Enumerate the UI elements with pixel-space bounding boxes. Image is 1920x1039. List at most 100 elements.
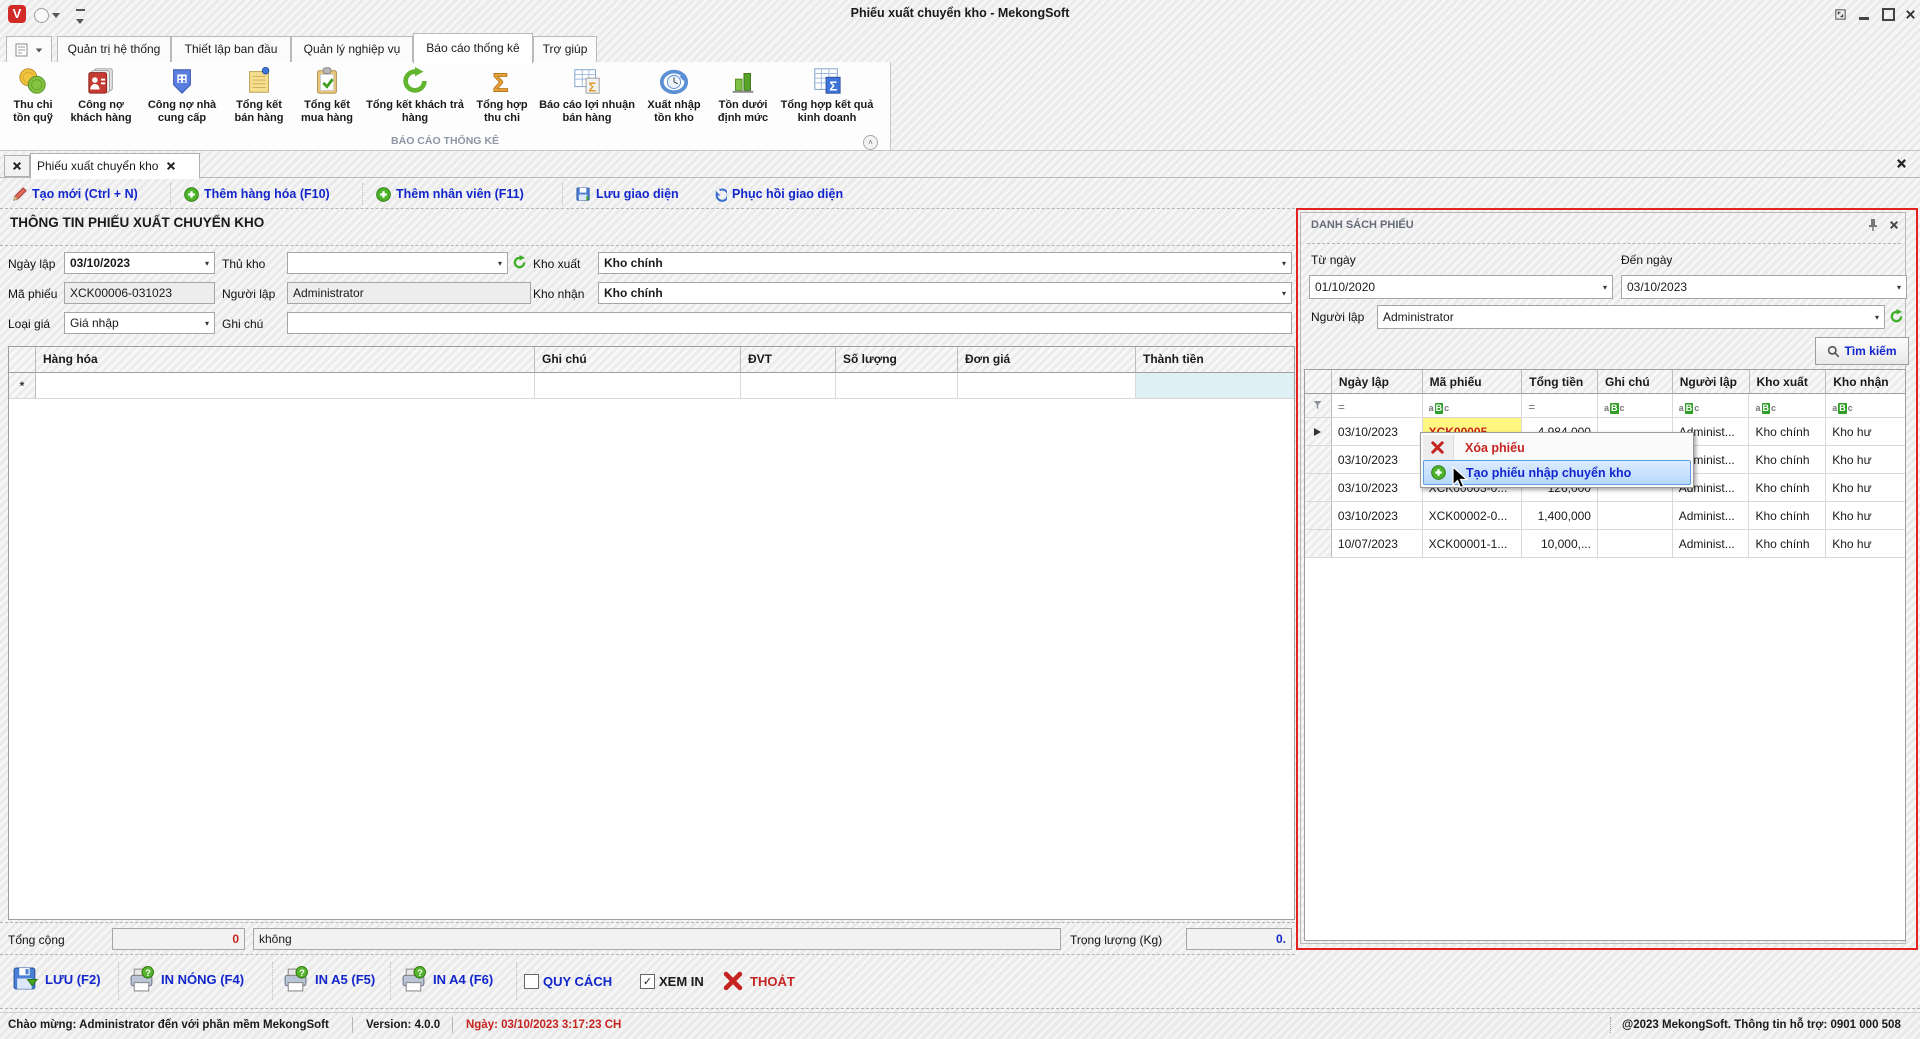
cell-note[interactable]	[1598, 530, 1673, 558]
tu-ngay-field[interactable]: 01/10/2020▾	[1309, 275, 1613, 299]
ribbon-tab-bao-cao-thong-ke[interactable]: Báo cáo thống kê	[413, 33, 533, 64]
print-hot-button[interactable]: ? IN NÓNG (F4)	[128, 966, 244, 993]
column-header-kho-nhan[interactable]: Kho nhận	[1826, 370, 1905, 394]
delete-phieu-menu-item[interactable]: Xóa phiếu	[1423, 435, 1691, 460]
loai-gia-field[interactable]: Giá nhập▾	[64, 312, 215, 334]
chevron-down-icon[interactable]: ▾	[1278, 289, 1286, 298]
column-header-ghi-chu[interactable]: Ghi chú	[535, 347, 741, 373]
column-header-ghi-chu[interactable]: Ghi chú	[1598, 370, 1673, 394]
ribbon-item-tong-hop-thu-chi[interactable]: Σ Tổng hợp thu chi	[468, 64, 536, 126]
close-all-tabs-button[interactable]	[4, 155, 30, 177]
cell-from[interactable]: Kho chính	[1749, 502, 1826, 530]
app-menu-button[interactable]	[6, 36, 52, 63]
kho-xuat-field[interactable]: Kho chính▾	[598, 252, 1292, 274]
cell-code[interactable]: XCK00002-0...	[1423, 502, 1523, 530]
cell-thanh-tien[interactable]	[1136, 373, 1294, 399]
chevron-down-icon[interactable]: ▾	[1893, 283, 1901, 292]
filter-cell-kho-nhan[interactable]: aBc	[1826, 394, 1905, 418]
cell-from[interactable]: Kho chính	[1749, 418, 1826, 446]
chevron-down-icon[interactable]: ▾	[201, 259, 209, 268]
column-header-dvt[interactable]: ĐVT	[741, 347, 836, 373]
refresh-nguoi-lap-icon[interactable]	[1889, 309, 1904, 327]
ribbon-item-tong-ket-ban-hang[interactable]: Tổng kết bán hàng	[226, 64, 292, 126]
column-header-tong-tien[interactable]: Tổng tiền	[1522, 370, 1598, 394]
ribbon-tab-thiet-lap-ban-dau[interactable]: Thiết lập ban đầu	[171, 36, 291, 63]
checkbox-unchecked[interactable]	[524, 974, 539, 989]
column-header-nguoi-lap[interactable]: Người lập	[1673, 370, 1750, 394]
cell-date[interactable]: 10/07/2023	[1332, 530, 1423, 558]
chevron-down-icon[interactable]: ▾	[494, 259, 502, 268]
cell-creator[interactable]: Administ...	[1673, 530, 1750, 558]
xem-in-checkbox[interactable]: ✓ XEM IN	[640, 974, 704, 989]
new-row[interactable]: *	[9, 373, 1294, 399]
close-document-button[interactable]	[1896, 158, 1907, 172]
cell-date[interactable]: 03/10/2023	[1332, 502, 1423, 530]
kho-nhan-field[interactable]: Kho chính▾	[598, 282, 1292, 304]
ribbon-item-xuat-nhap-ton-kho[interactable]: Xuất nhập tồn kho	[638, 64, 710, 126]
filter-cell-tong-tien[interactable]: =	[1522, 394, 1598, 418]
close-window-button[interactable]	[1902, 7, 1918, 22]
thu-kho-field[interactable]: ▾	[287, 252, 508, 274]
close-tab-icon[interactable]	[166, 161, 176, 171]
ribbon-tab-tro-giup[interactable]: Trợ giúp	[533, 36, 597, 63]
ribbon-collapse-button[interactable]: ˄	[863, 135, 878, 150]
chevron-down-icon[interactable]: ▾	[1599, 283, 1607, 292]
cell-dvt[interactable]	[741, 373, 836, 399]
ribbon-tab-quan-tri-he-thong[interactable]: Quản trị hệ thống	[57, 36, 171, 63]
cell-date[interactable]: 03/10/2023	[1332, 474, 1423, 502]
column-header-ma-phieu[interactable]: Mã phiếu	[1423, 370, 1523, 394]
ribbon-item-ket-qua-kinh-doanh[interactable]: Σ Tổng hợp kết quả kinh doanh	[776, 64, 878, 126]
filter-cell-kho-xuat[interactable]: aBc	[1749, 394, 1826, 418]
panel-nguoi-lap-field[interactable]: Administrator▾	[1377, 305, 1885, 329]
cell-ghi-chu[interactable]	[535, 373, 741, 399]
add-employee-button[interactable]: Thêm nhân viên (F11)	[376, 184, 524, 204]
tab-phieu-xuat-chuyen-kho[interactable]: Phiếu xuất chuyển kho	[30, 153, 200, 179]
cell-to[interactable]: Kho hư	[1826, 474, 1905, 502]
print-a5-button[interactable]: ? IN A5 (F5)	[282, 966, 375, 993]
add-item-button[interactable]: Thêm hàng hóa (F10)	[184, 184, 330, 204]
cell-don-gia[interactable]	[958, 373, 1136, 399]
cell-note[interactable]	[1598, 502, 1673, 530]
den-ngay-field[interactable]: 03/10/2023▾	[1621, 275, 1907, 299]
close-panel-icon[interactable]	[1889, 219, 1899, 233]
ribbon-item-cong-no-nha-cung-cap[interactable]: Công nợ nhà cung cấp	[138, 64, 226, 126]
cell-hang-hoa[interactable]	[36, 373, 535, 399]
cell-to[interactable]: Kho hư	[1826, 530, 1905, 558]
cell-from[interactable]: Kho chính	[1749, 446, 1826, 474]
cell-from[interactable]: Kho chính	[1749, 530, 1826, 558]
maximize-button[interactable]	[1880, 7, 1896, 22]
fullscreen-button[interactable]	[1832, 7, 1848, 22]
cell-to[interactable]: Kho hư	[1826, 502, 1905, 530]
ribbon-item-thu-chi-ton-quy[interactable]: Thu chi tồn quỹ	[2, 64, 64, 126]
restore-layout-button[interactable]: Phục hồi giao diện	[712, 184, 843, 204]
ribbon-item-ton-duoi-dinh-muc[interactable]: Tồn dưới định mức	[710, 64, 776, 126]
cell-to[interactable]: Kho hư	[1826, 418, 1905, 446]
table-row[interactable]: 03/10/2023 XCK00002-0... 1,400,000 Admin…	[1305, 502, 1905, 530]
chevron-down-icon[interactable]: ▾	[201, 319, 209, 328]
filter-cell-ma-phieu[interactable]: aBc	[1423, 394, 1523, 418]
column-header-don-gia[interactable]: Đơn giá	[958, 347, 1136, 373]
ribbon-tab-quan-ly-nghiep-vu[interactable]: Quản lý nghiệp vụ	[291, 36, 413, 63]
cell-creator[interactable]: Administ...	[1673, 502, 1750, 530]
cell-to[interactable]: Kho hư	[1826, 446, 1905, 474]
checkbox-checked[interactable]: ✓	[640, 974, 655, 989]
cell-total[interactable]: 1,400,000	[1522, 502, 1598, 530]
minimize-button[interactable]	[1856, 7, 1872, 22]
print-a4-button[interactable]: ? IN A4 (F6)	[400, 966, 493, 993]
column-header-kho-xuat[interactable]: Kho xuất	[1750, 370, 1827, 394]
cell-so-luong[interactable]	[836, 373, 958, 399]
table-row[interactable]: 10/07/2023 XCK00001-1... 10,000,... Admi…	[1305, 530, 1905, 558]
filter-cell-ghi-chu[interactable]: aBc	[1598, 394, 1673, 418]
cell-code[interactable]: XCK00001-1...	[1423, 530, 1523, 558]
chevron-down-icon[interactable]: ▾	[1278, 259, 1286, 268]
ribbon-item-tong-ket-mua-hang[interactable]: Tổng kết mua hàng	[292, 64, 362, 126]
ribbon-item-bao-cao-loi-nhuan[interactable]: Σ Báo cáo lợi nhuận bán hàng	[536, 64, 638, 126]
exit-button[interactable]: THOÁT	[722, 970, 795, 992]
cell-from[interactable]: Kho chính	[1749, 474, 1826, 502]
column-header-thanh-tien[interactable]: Thành tiền	[1136, 347, 1294, 373]
ngay-lap-field[interactable]: 03/10/2023▾	[64, 252, 215, 274]
filter-cell-nguoi-lap[interactable]: aBc	[1673, 394, 1750, 418]
filter-cell-ngay-lap[interactable]: =	[1332, 394, 1423, 418]
ribbon-item-tong-ket-khach-tra-hang[interactable]: Tổng kết khách trả hàng	[362, 64, 468, 126]
ribbon-item-cong-no-khach-hang[interactable]: Công nợ khách hàng	[64, 64, 138, 126]
